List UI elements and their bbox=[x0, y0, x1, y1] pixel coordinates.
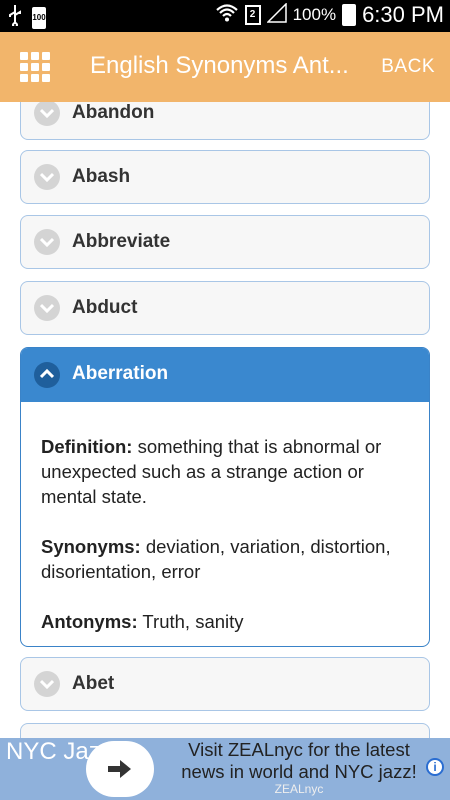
back-button[interactable]: BACK bbox=[381, 56, 435, 78]
list-item[interactable]: Abandon bbox=[20, 102, 430, 140]
expanded-item-label: Aberration bbox=[72, 363, 169, 384]
chevron-down-icon bbox=[34, 164, 60, 190]
word-details: Definition: something that is abnormal o… bbox=[41, 434, 416, 646]
synonyms-label: Synonyms: bbox=[41, 536, 141, 557]
antonyms-text: Truth, sanity bbox=[137, 611, 244, 632]
chevron-down-icon bbox=[34, 295, 60, 321]
definition: Definition: something that is abnormal o… bbox=[41, 434, 416, 509]
signal-icon bbox=[265, 1, 287, 28]
expanded-item-header[interactable]: Aberration bbox=[21, 348, 429, 402]
list-item-label: Abduct bbox=[72, 297, 138, 318]
chevron-down-icon bbox=[34, 229, 60, 255]
ad-banner[interactable]: NYC Jazz Visit ZEALnyc for the latest ne… bbox=[0, 738, 450, 800]
antonyms: Antonyms: Truth, sanity bbox=[41, 609, 416, 634]
ad-text: Visit ZEALnyc for the latest news in wor… bbox=[181, 739, 417, 782]
antonyms-label: Antonyms: bbox=[41, 611, 138, 632]
status-bar: 100 2 100% 6:30 PM bbox=[0, 0, 450, 32]
synonyms: Synonyms: deviation, variation, distorti… bbox=[41, 534, 416, 584]
battery-indicator-small: 100 bbox=[32, 6, 46, 29]
page-title: English Synonyms Ant... bbox=[90, 52, 349, 79]
chevron-down-icon bbox=[34, 671, 60, 697]
ad-sponsor: ZEALnyc bbox=[274, 782, 324, 796]
sim-slot-icon: 2 bbox=[244, 5, 261, 25]
battery-percent: 100% bbox=[292, 5, 337, 24]
ad-arrow-button[interactable] bbox=[86, 741, 154, 797]
word-list: Abandon Abash Abbreviate Abduct Aberrati… bbox=[0, 102, 450, 738]
app-header: English Synonyms Ant... BACK bbox=[0, 32, 450, 102]
list-item[interactable]: Abash bbox=[20, 150, 430, 204]
definition-label: Definition: bbox=[41, 436, 133, 457]
arrow-right-icon bbox=[108, 760, 131, 778]
battery-icon bbox=[342, 4, 357, 26]
list-item-label: Abbreviate bbox=[72, 231, 171, 252]
list-item-label: Abet bbox=[72, 673, 115, 694]
expanded-list-item: Aberration Definition: something that is… bbox=[20, 347, 430, 647]
wifi-icon bbox=[215, 3, 239, 28]
info-icon[interactable]: i bbox=[426, 758, 444, 776]
usb-icon bbox=[8, 4, 22, 31]
list-item[interactable]: Abbreviate bbox=[20, 215, 430, 269]
list-item-label: Abash bbox=[72, 166, 131, 187]
list-item-label: Abandon bbox=[72, 102, 155, 123]
list-item[interactable] bbox=[20, 723, 430, 738]
chevron-up-icon bbox=[34, 362, 60, 388]
chevron-down-icon bbox=[34, 102, 60, 126]
grid-menu-icon[interactable] bbox=[20, 52, 50, 82]
list-item[interactable]: Abduct bbox=[20, 281, 430, 335]
clock: 6:30 PM bbox=[362, 2, 444, 27]
list-item[interactable]: Abet bbox=[20, 657, 430, 711]
